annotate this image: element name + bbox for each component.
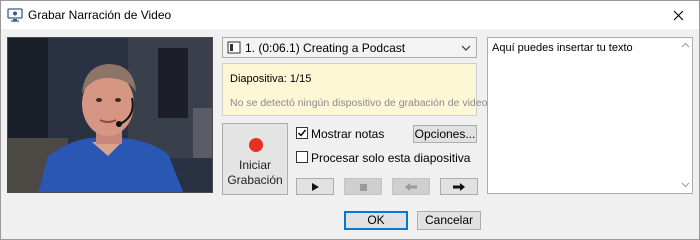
scroll-down-icon[interactable]: [681, 182, 690, 188]
monitor-camera-icon: [7, 8, 23, 22]
slide-dropdown[interactable]: 1. (0:06.1) Creating a Podcast: [222, 37, 477, 58]
next-button[interactable]: [440, 178, 478, 195]
ok-button[interactable]: OK: [344, 211, 408, 230]
webcam-preview: [7, 37, 213, 193]
device-warning: No se detectó ningún dispositivo de grab…: [230, 97, 488, 109]
play-icon: [312, 182, 319, 191]
close-button[interactable]: [661, 1, 695, 29]
show-notes-label: Mostrar notas: [311, 127, 385, 141]
record-label-line1: Iniciar: [238, 158, 271, 172]
cancel-button[interactable]: Cancelar: [417, 211, 481, 230]
notes-text: Aquí puedes insertar tu texto: [492, 42, 633, 54]
show-notes-checkbox[interactable]: [296, 127, 308, 139]
record-video-narration-dialog: Grabar Narración de Video 1. (0:06.1) Cr…: [0, 0, 700, 240]
play-button[interactable]: [296, 178, 334, 195]
checkmark-icon: [298, 129, 307, 137]
selected-slide: 1. (0:06.1) Creating a Podcast: [245, 41, 406, 55]
previous-button[interactable]: [392, 178, 430, 195]
record-label-line2: Grabación: [227, 173, 283, 187]
process-only-this-slide-checkbox[interactable]: [296, 151, 308, 163]
close-icon: [673, 10, 683, 20]
slide-info-panel: Diapositiva: 1/15 No se detectó ningún d…: [222, 63, 487, 116]
slide-counter: Diapositiva: 1/15: [230, 73, 312, 85]
scroll-up-icon[interactable]: [681, 42, 690, 48]
notes-textarea[interactable]: Aquí puedes insertar tu texto: [487, 37, 693, 194]
record-icon: [249, 138, 263, 152]
presenter-video-image: [8, 38, 212, 192]
title-bar: Grabar Narración de Video: [1, 1, 699, 29]
previous-icon: [405, 182, 417, 191]
process-only-this-slide-label: Procesar solo esta diapositiva: [311, 151, 471, 165]
chevron-down-icon: [461, 45, 471, 51]
slide-icon: [227, 41, 241, 54]
stop-button[interactable]: [344, 178, 382, 195]
options-button[interactable]: Opciones...: [413, 125, 477, 143]
window-title: Grabar Narración de Video: [28, 8, 172, 22]
start-recording-button[interactable]: Iniciar Grabación: [222, 123, 288, 195]
stop-icon: [360, 183, 367, 191]
next-icon: [453, 182, 465, 191]
